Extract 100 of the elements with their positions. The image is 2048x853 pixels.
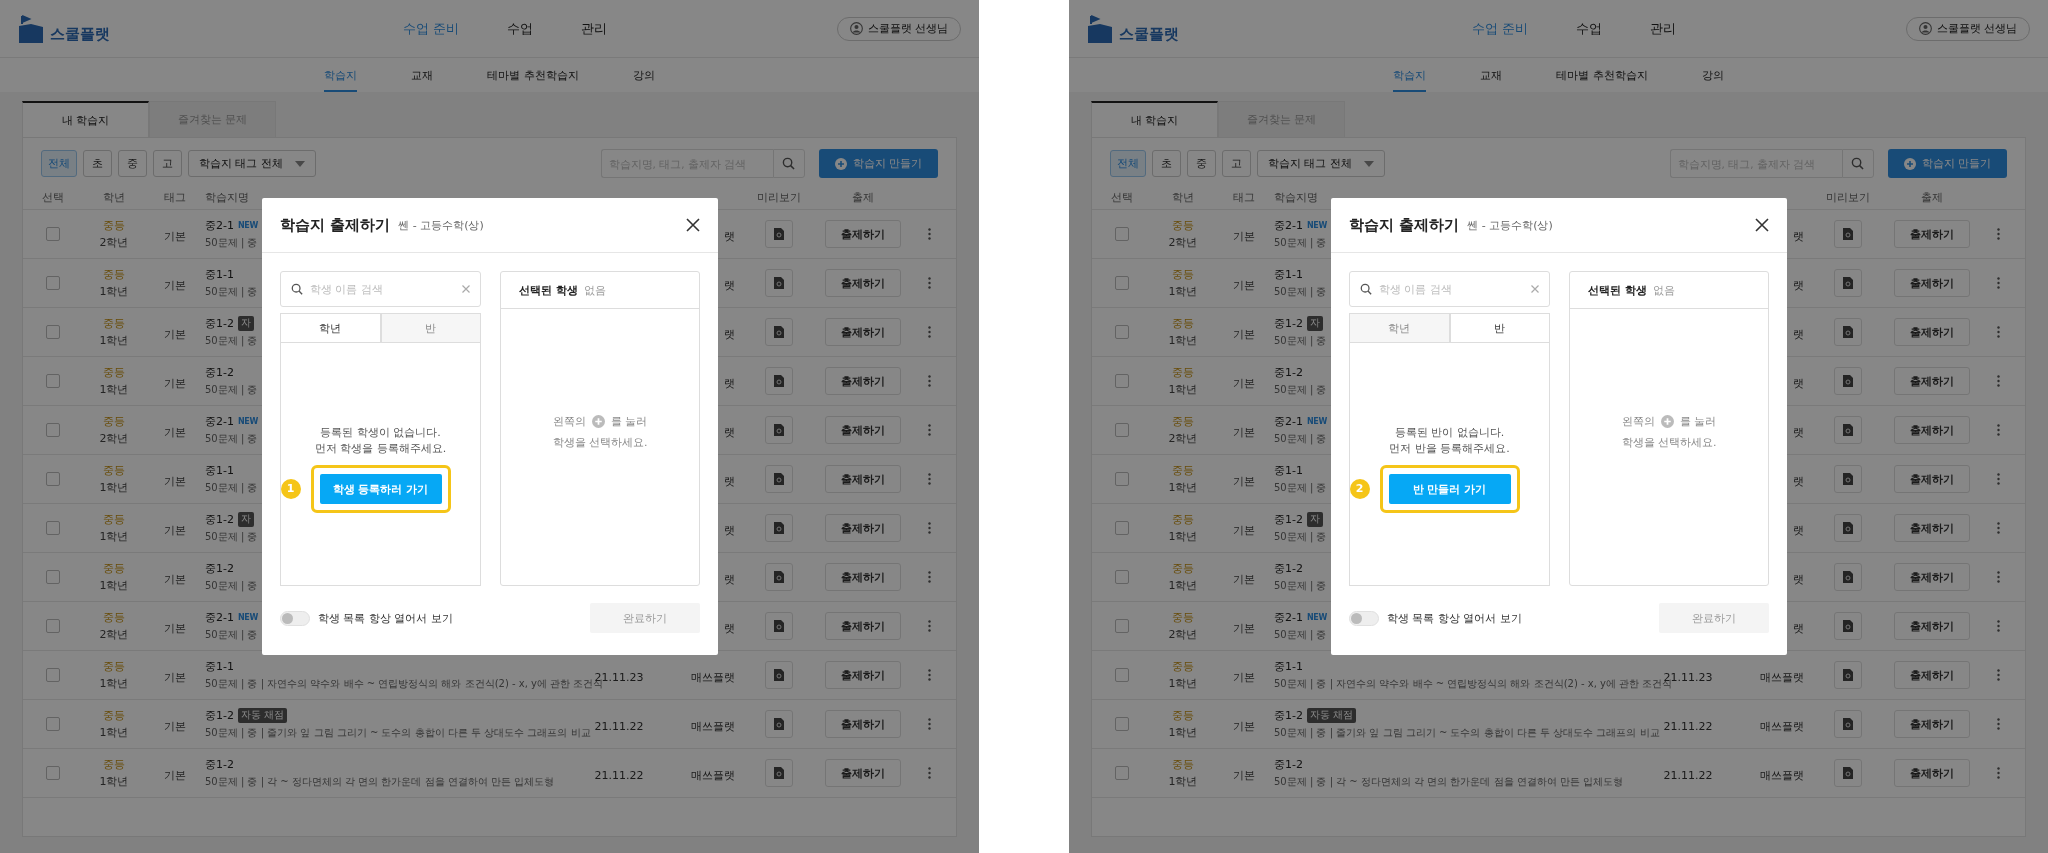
worksheet-title[interactable]: 중1-1 (1274, 463, 1303, 478)
preview-button[interactable] (765, 710, 793, 738)
preview-button[interactable] (1834, 269, 1862, 297)
checkbox[interactable] (46, 619, 60, 633)
worksheet-title[interactable]: 중1-1 (205, 463, 234, 478)
preview-button[interactable] (765, 318, 793, 346)
more-icon[interactable] (1996, 277, 2000, 289)
sub-nav-link[interactable]: 강의 (1701, 58, 1724, 92)
preview-button[interactable] (765, 563, 793, 591)
logo-text[interactable]: 스쿨플랫 (1119, 24, 1179, 44)
more-icon[interactable] (1996, 669, 2000, 681)
preview-button[interactable] (765, 269, 793, 297)
student-search-field[interactable]: 학생 이름 검색 (1349, 271, 1550, 307)
more-icon[interactable] (927, 326, 931, 338)
worksheet-title[interactable]: 중1-2 (1274, 708, 1303, 723)
tab[interactable]: 반 (1449, 313, 1550, 343)
checkbox[interactable] (1115, 717, 1129, 731)
assign-button[interactable]: 출제하기 (1894, 661, 1970, 689)
sub-nav-link[interactable]: 테마별 추천학습지 (1556, 58, 1648, 92)
tag-dropdown[interactable]: 학습지 태그 전체 (188, 150, 316, 177)
preview-button[interactable] (765, 759, 793, 787)
worksheet-title[interactable]: 중2-1 (1274, 610, 1303, 625)
checkbox[interactable] (1115, 325, 1129, 339)
preview-button[interactable] (1834, 661, 1862, 689)
more-icon[interactable] (927, 228, 931, 240)
more-icon[interactable] (927, 620, 931, 632)
worksheet-title[interactable]: 중2-1 (205, 414, 234, 429)
tab[interactable]: 학년 (1349, 313, 1450, 343)
nav-link[interactable]: 관리 (581, 19, 608, 38)
filter-chip[interactable]: 초 (83, 150, 112, 177)
worksheet-title[interactable]: 중1-1 (205, 267, 234, 282)
assign-button[interactable]: 출제하기 (1894, 318, 1970, 346)
nav-link[interactable]: 관리 (1650, 19, 1677, 38)
more-icon[interactable] (927, 424, 931, 436)
toggle-switch[interactable] (280, 610, 310, 626)
checkbox[interactable] (1115, 619, 1129, 633)
close-icon[interactable] (1755, 218, 1769, 232)
preview-button[interactable] (1834, 367, 1862, 395)
more-icon[interactable] (927, 277, 931, 289)
preview-button[interactable] (1834, 220, 1862, 248)
more-icon[interactable] (927, 718, 931, 730)
nav-link[interactable]: 수업 (1576, 19, 1603, 38)
assign-button[interactable]: 출제하기 (825, 661, 901, 689)
more-icon[interactable] (927, 522, 931, 534)
preview-button[interactable] (1834, 465, 1862, 493)
worksheet-title[interactable]: 중1-2 (1274, 512, 1303, 527)
checkbox[interactable] (46, 717, 60, 731)
preview-button[interactable] (765, 612, 793, 640)
preview-button[interactable] (1834, 514, 1862, 542)
assign-button[interactable]: 출제하기 (1894, 367, 1970, 395)
sub-nav-link[interactable]: 학습지 (1393, 58, 1427, 92)
assign-button[interactable]: 출제하기 (825, 367, 901, 395)
preview-button[interactable] (765, 465, 793, 493)
checkbox[interactable] (46, 472, 60, 486)
assign-button[interactable]: 출제하기 (1894, 612, 1970, 640)
assign-button[interactable]: 출제하기 (1894, 759, 1970, 787)
checkbox[interactable] (1115, 423, 1129, 437)
preview-button[interactable] (1834, 612, 1862, 640)
create-worksheet-button[interactable]: 학습지 만들기 (1887, 149, 2007, 178)
more-icon[interactable] (1996, 424, 2000, 436)
worksheet-title[interactable]: 중1-2 (1274, 316, 1303, 331)
filter-chip[interactable]: 고 (1222, 150, 1251, 177)
worksheet-title[interactable]: 중1-1 (1274, 659, 1303, 674)
preview-button[interactable] (1834, 563, 1862, 591)
create-worksheet-button[interactable]: 학습지 만들기 (818, 149, 938, 178)
go-button[interactable]: 학생 등록하러 가기 (319, 474, 442, 504)
checkbox[interactable] (1115, 374, 1129, 388)
worksheet-title[interactable]: 중1-2 (1274, 561, 1303, 576)
tab[interactable]: 학년 (280, 313, 381, 343)
more-icon[interactable] (927, 375, 931, 387)
nav-link[interactable]: 수업 준비 (1472, 19, 1529, 38)
checkbox[interactable] (46, 570, 60, 584)
checkbox[interactable] (1115, 521, 1129, 535)
assign-button[interactable]: 출제하기 (825, 220, 901, 248)
assign-button[interactable]: 출제하기 (825, 612, 901, 640)
more-icon[interactable] (927, 473, 931, 485)
nav-link[interactable]: 수업 (507, 19, 534, 38)
preview-button[interactable] (765, 220, 793, 248)
preview-button[interactable] (1834, 759, 1862, 787)
worksheet-title[interactable]: 중1-2 (1274, 757, 1303, 772)
assign-button[interactable]: 출제하기 (825, 465, 901, 493)
worksheet-title[interactable]: 중1-2 (205, 757, 234, 772)
search-button[interactable] (1841, 149, 1874, 178)
worksheet-title[interactable]: 중1-2 (205, 561, 234, 576)
more-icon[interactable] (1996, 228, 2000, 240)
toggle-switch[interactable] (1349, 610, 1379, 626)
clear-icon[interactable] (1531, 285, 1539, 293)
filter-chip[interactable]: 고 (153, 150, 182, 177)
more-icon[interactable] (1996, 326, 2000, 338)
more-icon[interactable] (927, 767, 931, 779)
assign-button[interactable]: 출제하기 (1894, 269, 1970, 297)
assign-button[interactable]: 출제하기 (1894, 514, 1970, 542)
student-search-field[interactable]: 학생 이름 검색 (280, 271, 481, 307)
preview-button[interactable] (765, 416, 793, 444)
worksheet-title[interactable]: 중2-1 (1274, 414, 1303, 429)
logo-text[interactable]: 스쿨플랫 (50, 24, 110, 44)
checkbox[interactable] (46, 374, 60, 388)
more-icon[interactable] (927, 669, 931, 681)
checkbox[interactable] (46, 423, 60, 437)
checkbox[interactable] (46, 521, 60, 535)
